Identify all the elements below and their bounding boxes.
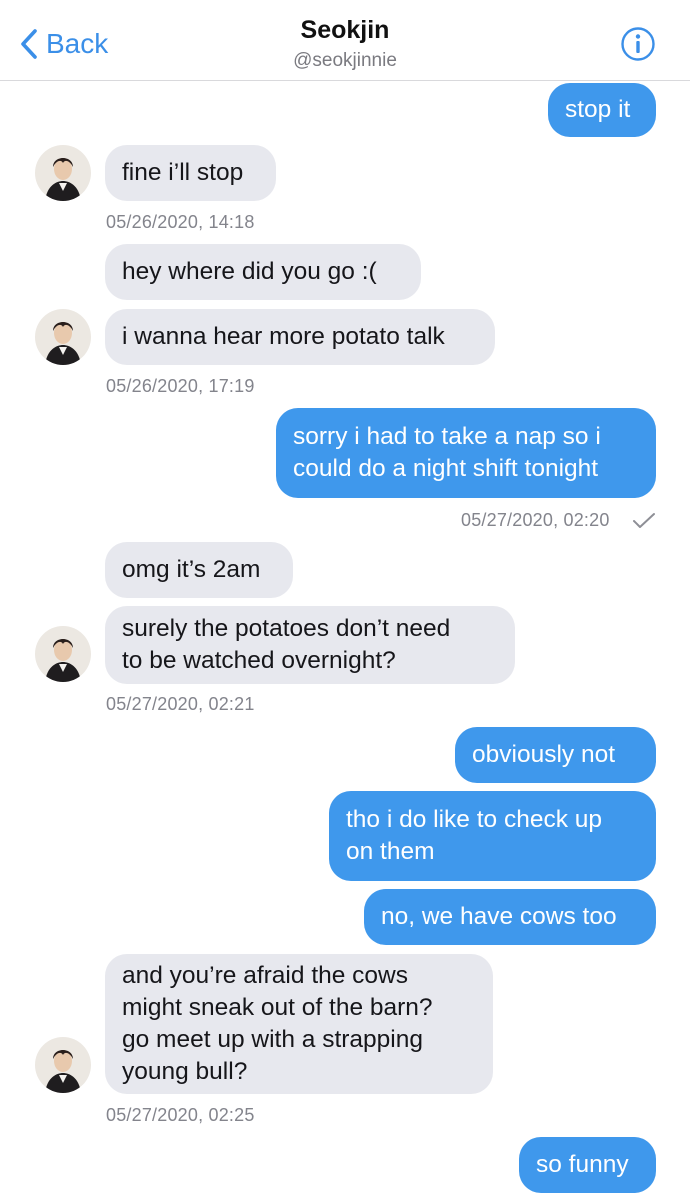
message-text: hey where did you go :( bbox=[122, 258, 377, 285]
avatar-image bbox=[35, 309, 91, 365]
avatar[interactable] bbox=[35, 145, 91, 201]
avatar[interactable] bbox=[35, 309, 91, 365]
avatar-image bbox=[35, 1037, 91, 1093]
message-bubble-incoming[interactable]: fine i’ll stop bbox=[105, 145, 276, 201]
message-timestamp: 05/27/2020, 02:25 bbox=[106, 1105, 255, 1125]
message-bubble-outgoing[interactable]: sorry i had to take a nap so i could do … bbox=[276, 408, 656, 498]
message-bubble-outgoing[interactable]: obviously not bbox=[455, 727, 656, 783]
message-text: no, we have cows too bbox=[381, 903, 617, 930]
message-line: sorry i had to take a nap so i bbox=[293, 423, 601, 450]
message-line: young bull? bbox=[122, 1058, 248, 1085]
avatar-image bbox=[35, 626, 91, 682]
message-timestamp: 05/27/2020, 02:21 bbox=[106, 694, 255, 714]
message-line: tho i do like to check up bbox=[346, 806, 603, 833]
avatar[interactable] bbox=[35, 626, 91, 682]
message-text: i wanna hear more potato talk bbox=[122, 323, 445, 350]
message-timestamp: 05/26/2020, 17:19 bbox=[106, 376, 255, 396]
message-line: to be watched overnight? bbox=[122, 647, 396, 674]
message-line: surely the potatoes don’t need bbox=[122, 615, 451, 642]
message-text: fine i’ll stop bbox=[122, 159, 244, 186]
message-bubble-outgoing[interactable]: no, we have cows too bbox=[364, 889, 656, 945]
message-bubble-incoming[interactable]: omg it’s 2am bbox=[105, 542, 293, 598]
message-timestamp: 05/26/2020, 14:18 bbox=[106, 212, 255, 232]
sent-check-icon bbox=[633, 513, 655, 528]
info-icon[interactable] bbox=[620, 26, 656, 62]
message-text: stop it bbox=[565, 96, 631, 123]
avatar-image bbox=[35, 145, 91, 201]
message-text: so funny bbox=[536, 1151, 629, 1178]
message-bubble-incoming[interactable]: hey where did you go :( bbox=[105, 244, 421, 300]
message-bubble-incoming[interactable]: and you’re afraid the cows might sneak o… bbox=[105, 954, 493, 1094]
message-line: might sneak out of the barn? bbox=[122, 994, 433, 1021]
contact-handle: @seokjinnie bbox=[293, 50, 397, 71]
conversation-header: Back Seokjin @seokjinnie bbox=[0, 0, 690, 81]
message-text: omg it’s 2am bbox=[122, 556, 261, 583]
message-line: go meet up with a strapping bbox=[122, 1026, 423, 1053]
message-bubble-incoming[interactable]: surely the potatoes don’t need to be wat… bbox=[105, 606, 515, 684]
message-bubble-outgoing[interactable]: so funny bbox=[519, 1137, 656, 1193]
avatar[interactable] bbox=[35, 1037, 91, 1093]
message-bubble-incoming[interactable]: i wanna hear more potato talk bbox=[105, 309, 495, 365]
conversation-title: Seokjin bbox=[300, 16, 390, 44]
message-bubble-outgoing[interactable]: stop it bbox=[548, 83, 656, 137]
message-line: could do a night shift tonight bbox=[293, 455, 599, 482]
message-line: and you’re afraid the cows bbox=[122, 962, 408, 989]
message-line: on them bbox=[346, 838, 435, 865]
message-text: obviously not bbox=[472, 741, 616, 768]
message-timestamp: 05/27/2020, 02:20 bbox=[461, 510, 610, 530]
message-bubble-outgoing[interactable]: tho i do like to check up on them bbox=[329, 791, 656, 881]
